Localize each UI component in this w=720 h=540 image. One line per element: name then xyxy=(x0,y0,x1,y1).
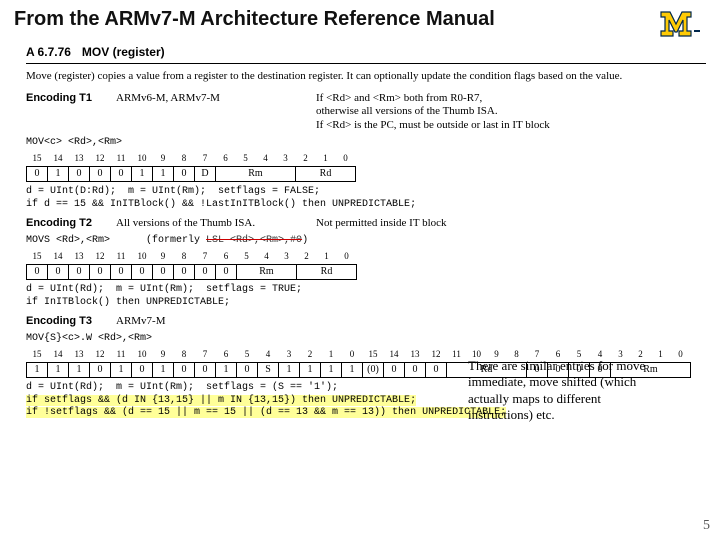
encoding-t3-header: Encoding T3 ARMv7-M xyxy=(26,315,706,329)
section-header: A 6.7.76 MOV (register) xyxy=(26,45,706,61)
enc2-label: Encoding T2 xyxy=(26,217,116,231)
divider xyxy=(26,63,706,64)
enc2-right: Not permitted inside IT block xyxy=(316,217,706,231)
slide-number: 5 xyxy=(703,518,710,534)
enc3-label: Encoding T3 xyxy=(26,315,116,329)
umich-logo xyxy=(658,8,706,45)
page-title: From the ARMv7-M Architecture Reference … xyxy=(0,0,720,37)
enc2-formerly-struck: LSL <Rd>,<Rm>,#0 xyxy=(206,235,302,246)
enc1-note1: If <Rd> and <Rm> both from R0-R7, xyxy=(316,92,482,104)
enc1-syntax: MOV<c> <Rd>,<Rm> xyxy=(26,137,706,150)
enc2-formerly-pre: (formerly xyxy=(146,235,206,246)
enc2-bits-table: 15141312 111098 7654 3210 0000 0000 00 R… xyxy=(26,251,357,280)
enc1-note2: otherwise all versions of the Thumb ISA. xyxy=(316,105,498,117)
enc2-syntax: MOVS <Rd>,<Rm> (formerly LSL <Rd>,<Rm>,#… xyxy=(26,235,706,248)
encoding-t2-header: Encoding T2 All versions of the Thumb IS… xyxy=(26,217,706,231)
enc2-pseudo: d = UInt(Rd); m = UInt(Rm); setflags = T… xyxy=(26,284,706,309)
enc1-notes: If <Rd> and <Rm> both from R0-R7, otherw… xyxy=(316,92,706,133)
enc3-arch: ARMv7-M xyxy=(116,315,316,329)
enc1-pseudo: d = UInt(D:Rd); m = UInt(Rm); setflags =… xyxy=(26,186,706,211)
encoding-t1-header: Encoding T1 ARMv6-M, ARMv7-M If <Rd> and… xyxy=(26,92,706,133)
enc2-formerly-post: ) xyxy=(302,235,308,246)
description: Move (register) copies a value from a re… xyxy=(26,70,706,84)
enc1-note3: If <Rd> is the PC, must be outside or la… xyxy=(316,119,550,131)
side-annotation: There are similar entries for move immed… xyxy=(468,358,668,423)
enc2-syntax-main: MOVS <Rd>,<Rm> xyxy=(26,235,110,246)
enc1-label: Encoding T1 xyxy=(26,92,116,106)
section-code: A 6.7.76 xyxy=(26,45,71,59)
enc1-arch: ARMv6-M, ARMv7-M xyxy=(116,92,316,106)
enc3-syntax: MOV{S}<c>.W <Rd>,<Rm> xyxy=(26,333,706,346)
section-name: MOV (register) xyxy=(82,45,165,59)
enc1-bits-table: 15141312 111098 7654 3210 0100 0110 D Rm… xyxy=(26,153,356,182)
enc2-arch: All versions of the Thumb ISA. xyxy=(116,217,316,231)
